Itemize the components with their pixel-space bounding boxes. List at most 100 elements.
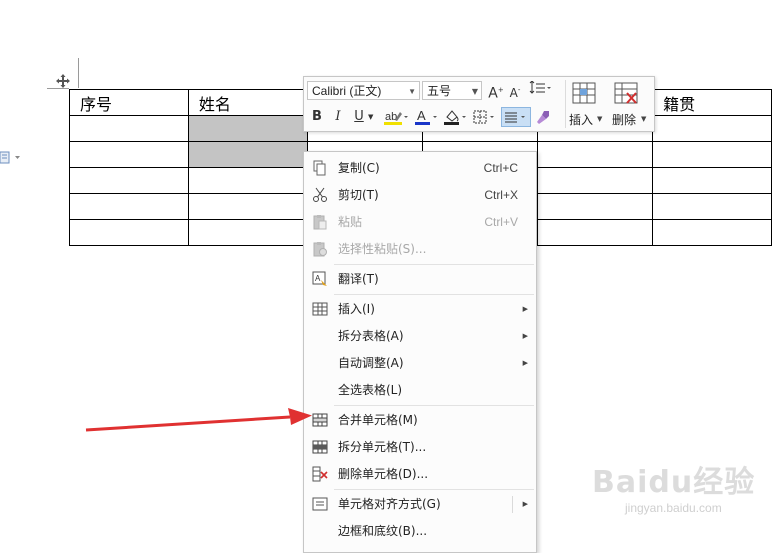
table-cell[interactable] <box>69 115 189 142</box>
paste-icon <box>312 214 328 230</box>
annotation-arrow <box>85 408 312 432</box>
font-color-icon[interactable]: A <box>414 108 440 126</box>
delete-table-button[interactable]: 删除 ▼ <box>612 81 648 129</box>
submenu-arrow-icon: ▶ <box>522 359 528 367</box>
highlight-icon[interactable]: ab <box>382 108 412 126</box>
table-cell-selected[interactable] <box>187 141 308 168</box>
menu-item-paste-special[interactable]: 选择性粘贴(S)... <box>304 236 536 263</box>
shrink-font-icon[interactable]: A- <box>507 81 523 100</box>
split-cells-icon <box>312 439 328 455</box>
bold-button[interactable]: B <box>309 108 325 126</box>
delete-cells-icon <box>312 466 328 482</box>
chevron-down-icon: ▼ <box>641 115 647 123</box>
menu-separator <box>334 489 534 490</box>
watermark: Baidu经验 jingyan.baidu.com <box>590 455 770 525</box>
table-insert-icon <box>572 82 596 104</box>
table-cell[interactable] <box>652 167 772 194</box>
watermark-url: jingyan.baidu.com <box>625 501 722 515</box>
table-cell[interactable] <box>187 167 308 194</box>
shading-icon[interactable] <box>443 108 469 126</box>
menu-item-label: 复制(C) <box>338 161 380 175</box>
table-cell[interactable] <box>187 219 308 246</box>
scissors-icon <box>312 187 328 203</box>
menu-item-label: 拆分表格(A) <box>338 329 404 343</box>
font-name-select[interactable]: Calibri (正文) ▼ <box>307 81 420 100</box>
font-size-value: 五号 <box>427 84 452 98</box>
chevron-down-icon: ▼ <box>408 87 416 96</box>
menu-item-split-table[interactable]: 拆分表格(A) ▶ <box>304 323 536 350</box>
menu-separator <box>334 294 534 295</box>
chevron-down-icon: ▼ <box>597 115 603 123</box>
menu-item-label: 拆分单元格(T)... <box>338 440 427 454</box>
translate-icon: A <box>312 271 328 287</box>
submenu-arrow-icon[interactable]: ▶ <box>523 491 528 518</box>
menu-item-shortcut: Ctrl+C <box>483 161 518 175</box>
watermark-brand: Baidu经验 <box>592 465 756 500</box>
table-cell[interactable] <box>69 167 189 194</box>
font-size-select[interactable]: 五号 ▼ <box>422 81 482 100</box>
menu-item-paste[interactable]: 粘贴 Ctrl+V <box>304 209 536 236</box>
menu-item-label: 翻译(T) <box>338 272 379 286</box>
table-cell[interactable] <box>69 193 189 220</box>
menu-item-copy[interactable]: 复制(C) Ctrl+C <box>304 155 536 182</box>
menu-item-delete-cells[interactable]: 删除单元格(D)... <box>304 461 536 488</box>
table-cell[interactable] <box>652 193 772 220</box>
menu-item-label: 自动调整(A) <box>338 356 404 370</box>
align-button[interactable] <box>501 107 531 127</box>
menu-item-autofit[interactable]: 自动调整(A) ▶ <box>304 350 536 377</box>
table-cell-header[interactable]: 姓名 <box>187 89 308 116</box>
menu-item-label: 合并单元格(M) <box>338 413 418 427</box>
table-cell[interactable] <box>69 219 189 246</box>
table-cell[interactable] <box>652 115 772 142</box>
chevron-down-icon[interactable]: ▼ <box>368 108 373 126</box>
menu-item-label: 删除单元格(D)... <box>338 467 429 481</box>
table-insert-icon <box>312 301 328 317</box>
grow-font-icon[interactable]: A+ <box>487 81 505 102</box>
margin-corner-mark-vertical <box>78 58 79 88</box>
font-name-value: Calibri (正文) <box>312 84 382 98</box>
mini-toolbar: Calibri (正文) ▼ 五号 ▼ A+ A- B I U ▼ ab A 插… <box>303 76 655 132</box>
format-painter-icon[interactable] <box>534 108 554 126</box>
table-cell[interactable] <box>652 219 772 246</box>
menu-item-borders-shading[interactable]: 边框和底纹(B)... <box>304 518 536 545</box>
menu-item-select-table[interactable]: 全选表格(L) <box>304 377 536 404</box>
table-cell[interactable] <box>187 193 308 220</box>
table-cell[interactable] <box>536 141 654 168</box>
table-cell-selected[interactable] <box>187 115 308 142</box>
submenu-arrow-icon: ▶ <box>522 332 528 340</box>
chevron-down-icon: ▼ <box>471 87 478 96</box>
italic-button[interactable]: I <box>331 108 345 126</box>
menu-item-label: 剪切(T) <box>338 188 379 202</box>
menu-item-label: 边框和底纹(B)... <box>338 524 428 538</box>
cell-align-icon <box>312 496 328 512</box>
menu-item-split-cells[interactable]: 拆分单元格(T)... <box>304 434 536 461</box>
menu-item-shortcut: Ctrl+V <box>484 215 518 229</box>
table-cell[interactable] <box>536 193 654 220</box>
table-cell[interactable] <box>69 141 189 168</box>
menu-separator <box>334 405 534 406</box>
table-cell[interactable] <box>536 219 654 246</box>
menu-item-shortcut: Ctrl+X <box>484 188 518 202</box>
menu-item-label: 全选表格(L) <box>338 383 403 397</box>
svg-text:ab: ab <box>385 111 397 123</box>
svg-text:A: A <box>315 274 321 283</box>
insert-table-button[interactable]: 插入 ▼ <box>569 81 603 129</box>
delete-label: 删除 <box>612 113 637 127</box>
menu-item-label: 单元格对齐方式(G) <box>338 497 441 511</box>
menu-item-merge-cells[interactable]: 合并单元格(M) <box>304 407 536 434</box>
menu-item-translate[interactable]: A 翻译(T) <box>304 266 536 293</box>
menu-item-label: 插入(I) <box>338 302 375 316</box>
menu-item-cell-alignment[interactable]: 单元格对齐方式(G) ▶ <box>304 491 536 518</box>
menu-item-insert[interactable]: 插入(I) ▶ <box>304 296 536 323</box>
menu-item-cut[interactable]: 剪切(T) Ctrl+X <box>304 182 536 209</box>
line-spacing-icon[interactable] <box>526 80 554 99</box>
underline-button[interactable]: U <box>352 108 366 126</box>
table-cell-header[interactable]: 序号 <box>69 89 189 116</box>
table-cell[interactable] <box>536 167 654 194</box>
document-options-icon[interactable] <box>0 150 22 164</box>
menu-item-label: 选择性粘贴(S)... <box>338 242 427 256</box>
table-cell-header[interactable]: 籍贯 <box>652 89 772 116</box>
table-cell[interactable] <box>652 141 772 168</box>
borders-icon[interactable] <box>472 108 498 126</box>
table-move-handle-icon[interactable] <box>55 73 71 89</box>
